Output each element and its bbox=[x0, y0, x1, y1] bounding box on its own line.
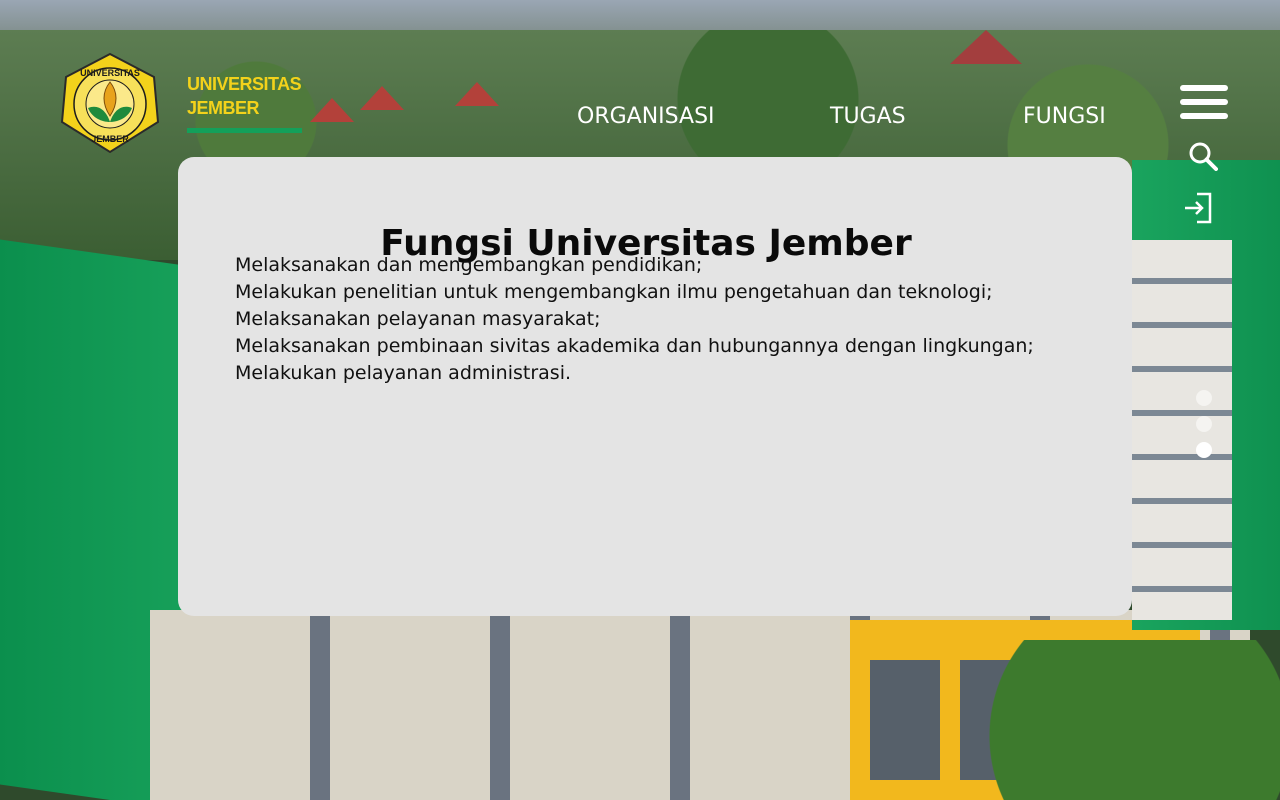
logo-ring-bottom-text: JEMBER bbox=[91, 134, 129, 144]
brand-name-line2: JEMBER bbox=[187, 98, 260, 118]
pager-dot-3-active[interactable] bbox=[1196, 442, 1212, 458]
list-item: Melakukan pelayanan administrasi. bbox=[235, 362, 572, 384]
content-panel: Fungsi Universitas Jember Melaksanakan d… bbox=[178, 157, 1132, 616]
university-logo[interactable]: UNIVERSITAS JEMBER bbox=[58, 52, 162, 154]
functions-list: Melaksanakan dan mengembangkan pendidika… bbox=[235, 252, 1034, 387]
logo-ring-top-text: UNIVERSITAS bbox=[80, 68, 140, 78]
roof bbox=[310, 98, 354, 122]
brand-name[interactable]: UNIVERSITAS JEMBER bbox=[187, 72, 303, 120]
pager-dot-1[interactable] bbox=[1196, 390, 1212, 406]
brand-name-line1: UNIVERSITAS bbox=[187, 74, 302, 94]
list-item: Melaksanakan pelayanan masyarakat; bbox=[235, 308, 601, 330]
list-item: Melaksanakan pembinaan sivitas akademika… bbox=[235, 335, 1034, 357]
brand-underline bbox=[187, 128, 302, 133]
roof bbox=[950, 30, 1022, 64]
login-icon[interactable] bbox=[1183, 192, 1213, 224]
roof bbox=[360, 86, 404, 110]
foliage bbox=[930, 640, 1280, 800]
list-item: Melaksanakan dan mengembangkan pendidika… bbox=[235, 254, 703, 276]
list-item: Melakukan penelitian untuk mengembangkan… bbox=[235, 281, 993, 303]
pager-dot-2[interactable] bbox=[1196, 416, 1212, 432]
search-icon[interactable] bbox=[1188, 141, 1218, 171]
tower-balconies bbox=[1132, 240, 1232, 620]
hamburger-menu-icon[interactable] bbox=[1180, 85, 1228, 119]
nav-organisasi[interactable]: ORGANISASI bbox=[577, 104, 715, 129]
nav-tugas[interactable]: TUGAS bbox=[830, 104, 906, 129]
nav-fungsi[interactable]: FUNGSI bbox=[1023, 104, 1106, 129]
roof bbox=[455, 82, 499, 106]
